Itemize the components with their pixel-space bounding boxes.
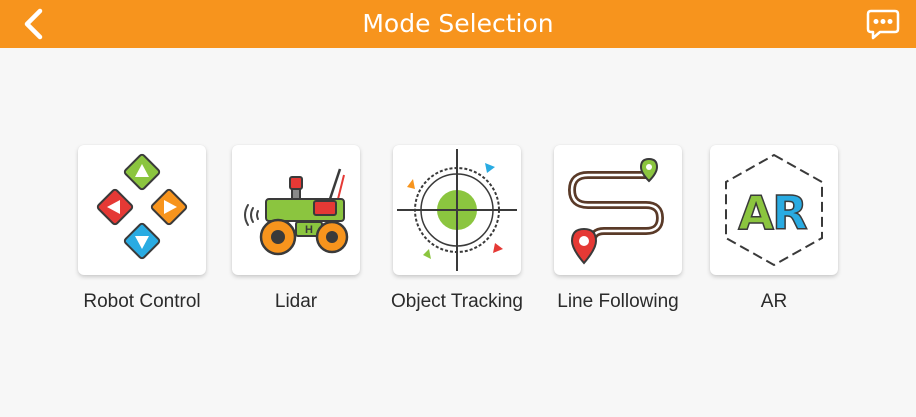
mode-label: Robot Control [83, 291, 201, 312]
mode-tile[interactable]: H [232, 145, 360, 275]
ar-hexagon-icon: A R [725, 153, 823, 267]
page-title: Mode Selection [362, 9, 554, 38]
winding-path-icon [568, 157, 664, 265]
chat-bubble-icon [866, 9, 900, 40]
svg-text:A: A [738, 186, 774, 240]
mode-tile[interactable] [78, 145, 206, 275]
dpad-icon [96, 153, 188, 260]
mode-label: Line Following [557, 291, 679, 312]
svg-text:R: R [772, 186, 807, 240]
feedback-button[interactable] [866, 8, 900, 40]
mode-label: AR [760, 291, 788, 312]
lidar-robot-icon: H [244, 168, 349, 256]
crosshair-target-icon [397, 149, 517, 271]
top-bar: Mode Selection [0, 0, 916, 48]
mode-label: Lidar [274, 291, 318, 312]
mode-tile[interactable] [554, 145, 682, 275]
svg-text:H: H [305, 224, 313, 236]
mode-label: Object Tracking [391, 291, 523, 312]
mode-tile[interactable] [393, 145, 521, 275]
mode-tile[interactable]: A R [710, 145, 838, 275]
